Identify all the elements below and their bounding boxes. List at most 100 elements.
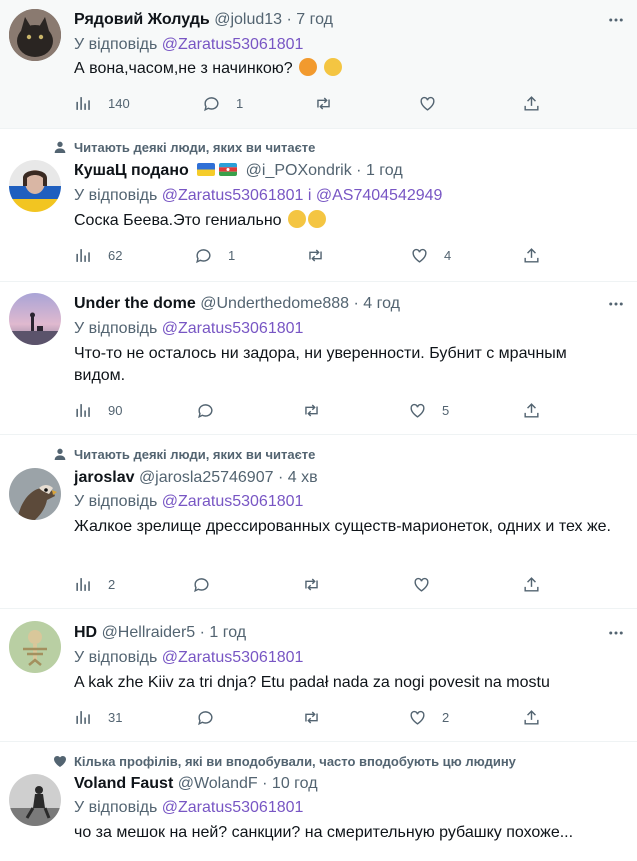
timestamp[interactable]: 4 хв — [288, 469, 318, 486]
retweet-button[interactable] — [302, 400, 321, 420]
views-button[interactable]: 31 — [74, 707, 122, 727]
tweet-text: А вона,часом,не з начинкою? — [74, 58, 617, 80]
reply-button[interactable] — [196, 707, 215, 727]
tweet-text: Жалкое зрелище дрессированных существ-ма… — [74, 518, 611, 535]
views-count: 90 — [108, 402, 123, 418]
mention-link[interactable]: @Zaratus53061801 і @AS7404542949 — [162, 187, 443, 204]
tweet-actions: 90 5 — [74, 400, 554, 420]
avatar[interactable] — [9, 468, 61, 520]
reply-prefix: У відповідь — [74, 799, 158, 816]
views-button[interactable]: 2 — [74, 574, 115, 594]
share-button[interactable] — [522, 400, 541, 420]
heart-icon — [414, 577, 429, 592]
display-name[interactable]: КушаЦ подано — [74, 162, 189, 179]
retweet-button[interactable] — [306, 245, 325, 265]
views-icon — [76, 577, 90, 591]
reply-context: У відповідь @Zaratus53061801 — [74, 493, 303, 511]
display-name[interactable]: Under the dome — [74, 295, 196, 312]
share-button[interactable] — [522, 707, 541, 727]
avatar[interactable] — [9, 9, 61, 61]
handle[interactable]: @i_POXondrik — [246, 162, 352, 179]
tweet-actions: 62 1 4 — [74, 245, 554, 265]
handle[interactable]: @WolandF — [178, 775, 258, 792]
like-count: 2 — [442, 709, 450, 725]
retweet-button[interactable] — [314, 93, 333, 113]
reply-button[interactable]: 1 — [202, 93, 243, 113]
separator: · — [195, 624, 210, 641]
share-button[interactable] — [522, 93, 541, 113]
avatar[interactable] — [9, 160, 61, 212]
retweet-icon — [317, 96, 330, 110]
timestamp[interactable]: 10 год — [272, 775, 318, 792]
handle[interactable]: @jolud13 — [214, 11, 282, 28]
views-icon — [76, 248, 90, 262]
like-button[interactable]: 2 — [408, 707, 449, 727]
display-name[interactable]: HD — [74, 624, 97, 641]
timestamp[interactable]: 1 год — [366, 162, 403, 179]
reply-icon — [196, 248, 211, 263]
reply-prefix: У відповідь — [74, 493, 158, 510]
monocle-face-emoji — [323, 58, 342, 76]
retweet-icon — [305, 403, 318, 417]
avatar[interactable] — [9, 774, 61, 826]
views-button[interactable]: 90 — [74, 400, 122, 420]
reply-count: 1 — [236, 95, 244, 111]
ukraine-flag-icon — [197, 163, 216, 176]
more-icon[interactable] — [607, 624, 625, 642]
views-button[interactable]: 140 — [74, 93, 130, 113]
share-button[interactable] — [522, 574, 541, 594]
reply-button[interactable]: 1 — [194, 245, 235, 265]
views-button[interactable]: 62 — [74, 245, 122, 265]
more-icon[interactable] — [607, 11, 625, 29]
display-name[interactable]: Voland Faust — [74, 775, 173, 792]
separator: · — [351, 162, 366, 179]
retweet-button[interactable] — [302, 574, 321, 594]
reply-button[interactable] — [192, 574, 211, 594]
mention-link[interactable]: @Zaratus53061801 — [162, 649, 304, 666]
tweet[interactable]: Кілька профілів, які ви вподобували, час… — [0, 742, 637, 861]
social-context-text: Читають деякі люди, яких ви читаєте — [74, 140, 316, 155]
reply-prefix: У відповідь — [74, 320, 158, 337]
display-name[interactable]: Рядовий Жолудь — [74, 11, 210, 28]
share-button[interactable] — [522, 245, 541, 265]
mention-link[interactable]: @Zaratus53061801 — [162, 493, 304, 510]
like-button[interactable]: 4 — [410, 245, 451, 265]
handle[interactable]: @jarosla25746907 — [139, 469, 274, 486]
reply-icon — [198, 710, 213, 725]
reply-button[interactable] — [196, 400, 215, 420]
tweet[interactable]: Читають деякі люди, яких ви читаєте Куша… — [0, 129, 637, 282]
share-icon — [524, 247, 539, 263]
timestamp[interactable]: 1 год — [209, 624, 246, 641]
views-count: 140 — [108, 95, 130, 111]
mention-link[interactable]: @Zaratus53061801 — [162, 36, 304, 53]
mention-link[interactable]: @Zaratus53061801 — [162, 320, 304, 337]
avatar[interactable] — [9, 293, 61, 345]
handle[interactable]: @Hellraider5 — [102, 624, 196, 641]
reply-prefix: У відповідь — [74, 649, 158, 666]
mention-link[interactable]: @Zaratus53061801 — [162, 799, 304, 816]
like-button[interactable] — [418, 93, 437, 113]
reply-context: У відповідь @Zaratus53061801 — [74, 799, 303, 817]
reply-context: У відповідь @Zaratus53061801 — [74, 36, 303, 54]
like-count: 4 — [444, 247, 452, 263]
display-name[interactable]: jaroslav — [74, 469, 134, 486]
person-icon — [54, 141, 66, 153]
timestamp[interactable]: 7 год — [296, 11, 333, 28]
tweet-actions: 140 1 — [74, 93, 554, 113]
tweet-text-content: А вона,часом,не з начинкою? — [74, 60, 293, 77]
avatar[interactable] — [9, 621, 61, 673]
tweet[interactable]: Рядовий Жолудь @jolud13 · 7 год У відпов… — [0, 0, 637, 129]
heart-icon — [420, 96, 435, 111]
like-button[interactable] — [412, 574, 431, 594]
tweet[interactable]: HD @Hellraider5 · 1 год У відповідь @Zar… — [0, 609, 637, 742]
retweet-icon — [305, 710, 318, 724]
like-button[interactable]: 5 — [408, 400, 449, 420]
timestamp[interactable]: 4 год — [363, 295, 400, 312]
tweet[interactable]: Читають деякі люди, яких ви читаєте jaro… — [0, 435, 637, 609]
retweet-icon — [305, 577, 318, 591]
handle[interactable]: @Underthedome888 — [200, 295, 349, 312]
retweet-button[interactable] — [302, 707, 321, 727]
more-icon[interactable] — [607, 295, 625, 313]
reply-icon — [194, 577, 209, 592]
tweet[interactable]: Under the dome @Underthedome888 · 4 год … — [0, 282, 637, 435]
